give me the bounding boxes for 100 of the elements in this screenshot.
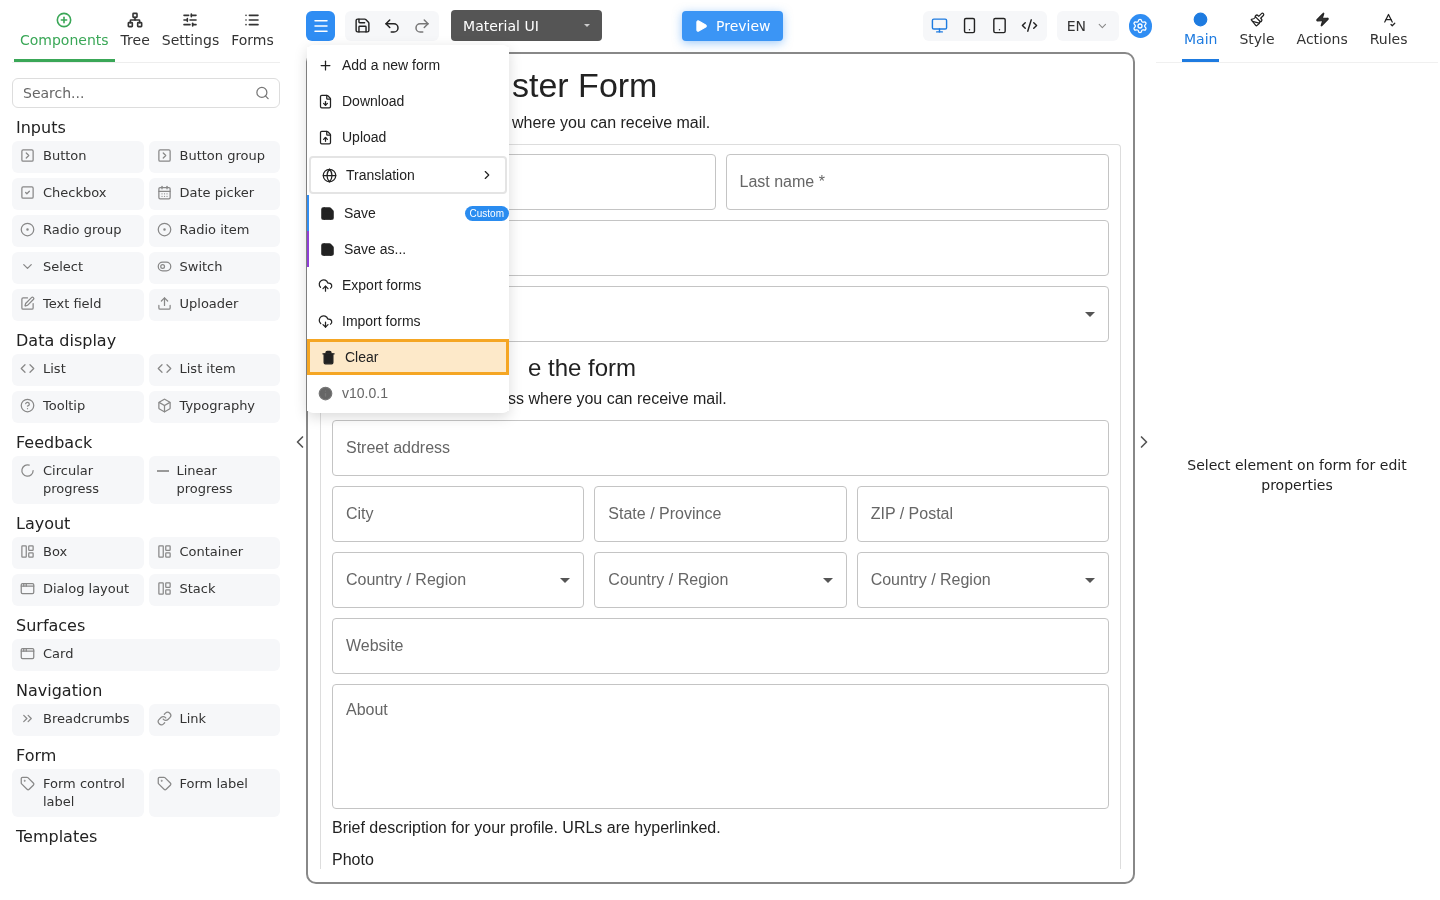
menu-item[interactable]: Import forms — [307, 303, 509, 339]
cloud-upload-icon — [318, 277, 333, 293]
component-item[interactable]: Circular progress — [12, 456, 144, 504]
custom-badge: Custom — [464, 205, 509, 221]
menu-item[interactable]: Save Custom — [307, 195, 509, 231]
spinner-icon — [20, 463, 35, 478]
settings-icon — [1132, 17, 1149, 34]
input-field[interactable]: Website — [332, 618, 1109, 674]
help-icon — [20, 398, 35, 413]
layout-icon — [156, 581, 172, 596]
component-item[interactable]: Box — [12, 537, 144, 569]
component-item[interactable]: Uploader — [148, 289, 280, 321]
component-item[interactable]: Button group — [148, 141, 280, 173]
component-item[interactable]: Linear progress — [148, 456, 280, 504]
component-item[interactable]: Select — [12, 252, 144, 284]
component-item[interactable]: Card — [12, 639, 280, 671]
checkbox-icon — [20, 185, 35, 200]
component-item[interactable]: Link — [148, 704, 280, 736]
bolt-icon — [1314, 12, 1330, 27]
component-item[interactable]: Radio item — [148, 215, 280, 247]
menu-button[interactable] — [306, 10, 336, 41]
section-title: Templates — [16, 827, 99, 846]
section-title: Navigation — [16, 681, 104, 700]
component-item[interactable]: Dialog layout — [12, 574, 144, 606]
chevron-square-icon — [20, 148, 35, 163]
tree-icon — [127, 11, 144, 28]
component-item[interactable]: Stack — [148, 574, 280, 606]
input-field[interactable]: Last name * — [725, 154, 1109, 210]
form-subtitle: where you can receive mail. — [512, 114, 711, 131]
search-field[interactable]: Search... — [12, 78, 280, 108]
select-field[interactable]: Country / Region — [856, 552, 1109, 608]
properties-tab[interactable]: Main — [1182, 0, 1220, 62]
section-title: Feedback — [16, 433, 94, 452]
input-field[interactable]: ZIP / Postal — [856, 486, 1109, 542]
code-icon — [1021, 17, 1039, 34]
component-item[interactable]: List item — [148, 354, 280, 386]
sidebar-tab[interactable]: Tree — [114, 0, 156, 62]
cube-icon — [156, 398, 172, 413]
component-item[interactable]: Switch — [148, 252, 280, 284]
spellcheck-icon — [1381, 12, 1397, 27]
calendar-icon — [156, 185, 172, 200]
text-area[interactable]: About — [332, 684, 1109, 809]
component-item[interactable]: Radio group — [12, 215, 144, 247]
search-icon — [255, 85, 270, 101]
dash-icon — [156, 470, 169, 472]
plus-icon — [318, 57, 333, 73]
caret-icon — [584, 24, 591, 27]
sidebar-tab[interactable]: Forms — [225, 0, 280, 62]
save-icon — [320, 241, 335, 257]
select-field[interactable]: Country / Region — [594, 552, 847, 608]
component-item[interactable]: Date picker — [148, 178, 280, 210]
radio-icon — [156, 222, 172, 237]
component-item[interactable]: Form control label — [12, 769, 144, 817]
tag-icon — [156, 776, 172, 791]
menu-item[interactable]: Translation — [309, 156, 507, 194]
save-icon — [353, 17, 371, 34]
caret-icon — [822, 578, 833, 583]
properties-tab[interactable]: Style — [1237, 0, 1277, 62]
input-field[interactable]: City — [332, 486, 585, 542]
code-icon — [20, 361, 35, 376]
toggle-icon — [156, 259, 172, 274]
properties-tab[interactable]: Actions — [1294, 0, 1350, 62]
component-item[interactable]: Breadcrumbs — [12, 704, 144, 736]
menu-item[interactable]: Download — [307, 83, 509, 119]
component-item[interactable]: Form label — [148, 769, 280, 817]
field-label: Photo — [332, 851, 375, 869]
language-select[interactable]: EN — [1056, 10, 1119, 41]
caret-icon — [1085, 312, 1095, 317]
menu-item[interactable]: Export forms — [307, 267, 509, 303]
library-select[interactable]: Material UI — [451, 10, 603, 41]
component-item[interactable]: Container — [148, 537, 280, 569]
sidebar-tab[interactable]: Settings — [155, 0, 226, 62]
component-item[interactable]: List — [12, 354, 144, 386]
cloud-download-icon — [318, 313, 333, 329]
component-item[interactable]: Button — [12, 141, 144, 173]
save-icon — [320, 205, 335, 221]
properties-tab[interactable]: Rules — [1367, 0, 1410, 62]
component-item[interactable]: Tooltip — [12, 391, 144, 423]
caret-icon — [1085, 578, 1095, 583]
section-title: Form — [16, 746, 58, 765]
menu-item[interactable]: Add a new form — [307, 47, 509, 83]
menu-item[interactable]: Clear — [307, 339, 509, 375]
section-title: Surfaces — [16, 616, 87, 635]
component-item[interactable]: Text field — [12, 289, 144, 321]
menu-item[interactable]: Upload — [307, 119, 509, 155]
tag-icon — [20, 776, 35, 791]
select-field[interactable]: Country / Region — [332, 552, 585, 608]
window-icon — [20, 646, 35, 661]
window-icon — [20, 581, 35, 596]
component-item[interactable]: Typography — [148, 391, 280, 423]
menu-item[interactable]: Save as... — [307, 231, 509, 267]
settings-button[interactable] — [1128, 13, 1152, 38]
globe-icon — [322, 167, 337, 183]
section-title: Layout — [16, 514, 72, 533]
menu-item[interactable]: v10.0.1 — [307, 375, 509, 411]
brush-icon — [1249, 12, 1265, 27]
component-item[interactable]: Checkbox — [12, 178, 144, 210]
input-field[interactable]: State / Province — [594, 486, 847, 542]
helper-text: Brief description for your profile. URLs are hyperlinked. — [332, 819, 722, 837]
input-field[interactable]: Street address — [332, 420, 1109, 476]
